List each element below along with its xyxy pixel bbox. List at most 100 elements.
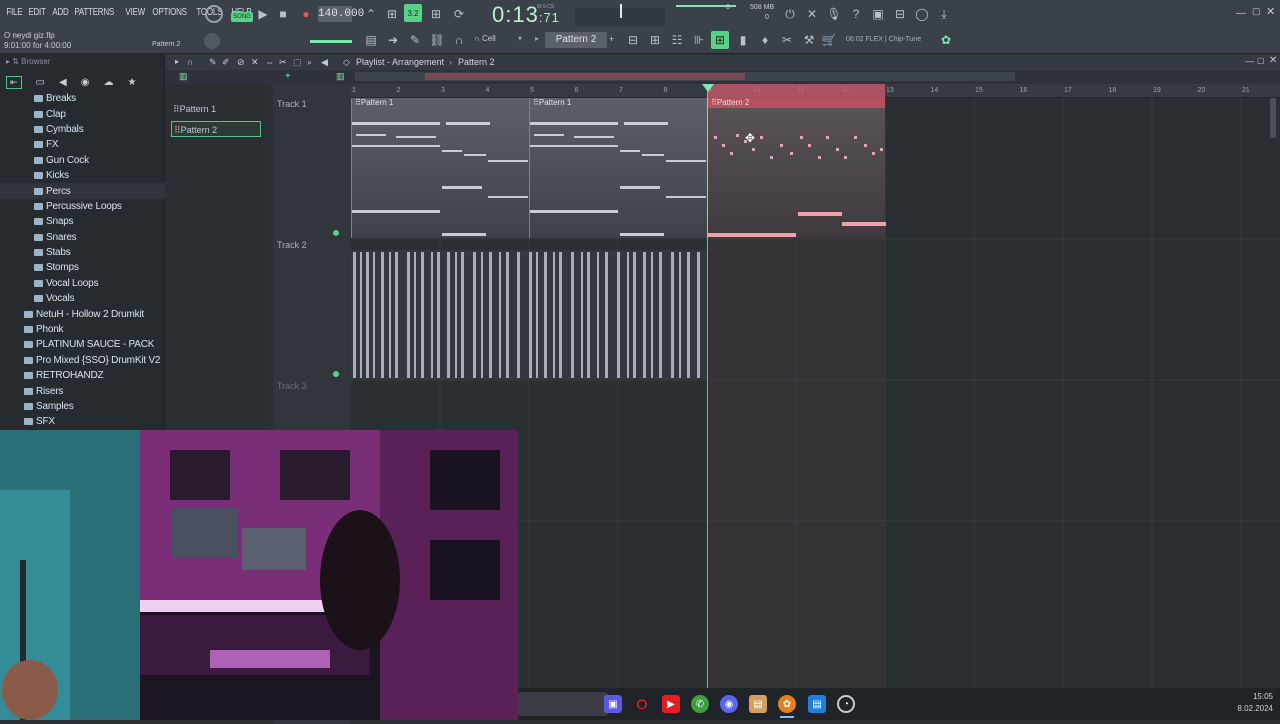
browser-item-snaps[interactable]: Snaps (0, 214, 165, 229)
browser-back-icon[interactable]: ⇤ (6, 75, 22, 89)
track-name-1[interactable]: Track 1 (277, 99, 307, 109)
midi-icon[interactable]: ⊟ (891, 5, 909, 23)
window-minimize-icon[interactable]: — (1236, 8, 1246, 19)
slice-tool-icon[interactable]: ✂ (279, 57, 287, 68)
opera-icon[interactable]: O (633, 695, 651, 713)
plugin-picker-icon[interactable]: ♦ (756, 31, 774, 49)
browser-item-cymbals[interactable]: Cymbals (0, 122, 165, 137)
step-edit-icon[interactable]: ⊞ (427, 5, 445, 23)
news-icon[interactable]: ✿ (937, 31, 955, 49)
slip-tool-icon[interactable]: ⇔ (265, 57, 274, 67)
playlist-maximize-icon[interactable]: ▢ (1257, 56, 1265, 65)
browser-files-icon[interactable]: ▭ (36, 77, 45, 88)
browser-item-platinum-sauce-pack[interactable]: PLATINUM SAUCE - PACK (0, 337, 165, 352)
clip-pattern-2[interactable]: ⠿Pattern 2 (707, 98, 886, 238)
clip-audio-track2[interactable] (351, 250, 707, 380)
magnet-snap-icon[interactable]: ∩ (187, 57, 193, 67)
menu-add[interactable]: ADD (50, 7, 71, 18)
metronome-icon[interactable]: ⌃ (362, 5, 380, 23)
menu-patterns[interactable]: PATTERNS (72, 7, 116, 18)
browser-item-fx[interactable]: FX (0, 137, 165, 152)
delete-tool-icon[interactable]: ⊘ (237, 57, 245, 68)
shop-icon[interactable]: 🛒 (820, 31, 838, 49)
browser-item-snares[interactable]: Snares (0, 230, 165, 245)
play-icon[interactable]: ▶ (254, 5, 272, 23)
pattern-list-item-2[interactable]: ⠿Pattern 2 (171, 121, 261, 137)
master-volume-slider[interactable] (620, 4, 622, 18)
browser-item-gun-cock[interactable]: Gun Cock (0, 153, 165, 168)
menu-edit[interactable]: EDIT (26, 7, 48, 18)
piano-roll-window-icon[interactable]: ⊪ (690, 31, 708, 49)
browser-item-percussive-loops[interactable]: Percussive Loops (0, 199, 165, 214)
discord-icon[interactable]: ◉ (720, 695, 738, 713)
paint-tool-icon[interactable]: ✐ (222, 57, 230, 68)
chat-icon[interactable]: ◯ (913, 5, 931, 23)
menu-file[interactable]: FILE (4, 7, 25, 18)
scroll-thumb[interactable] (425, 73, 745, 80)
cpu-panic-icon[interactable]: ⏻ (781, 5, 799, 23)
snap-dropdown-icon[interactable]: ▾ (518, 34, 522, 43)
playlist-arrange-icon[interactable]: ◇ (343, 57, 350, 68)
browser-item-retrohandz[interactable]: RETROHANDZ (0, 368, 165, 383)
browser-item-vocal-loops[interactable]: Vocal Loops (0, 276, 165, 291)
window-maximize-icon[interactable]: ▢ (1252, 6, 1261, 17)
wait-input-icon[interactable]: ⊞ (383, 5, 401, 23)
song-mode-button[interactable]: SONG (231, 12, 253, 22)
browser-cloud-icon[interactable]: ☁ (103, 77, 113, 88)
zoom-tool-icon[interactable]: ⌕ (307, 57, 312, 68)
track-name-3[interactable]: Track 3 (277, 381, 307, 391)
link-icon[interactable]: ⛓ (428, 31, 446, 49)
window-close-icon[interactable]: ✕ (1266, 5, 1275, 18)
pitch-knob[interactable] (204, 33, 220, 49)
loop-record-icon[interactable]: ⟳ (450, 5, 468, 23)
mute-tool-icon[interactable]: ✕ (251, 57, 259, 68)
plugin-manager-icon[interactable]: ⚒ (800, 31, 818, 49)
help-icon[interactable]: ? (847, 5, 865, 23)
add-pattern-icon[interactable]: + (609, 34, 614, 44)
browser-item-phonk[interactable]: Phonk (0, 322, 165, 337)
browser-item-stomps[interactable]: Stomps (0, 260, 165, 275)
zoom-slider[interactable] (310, 40, 352, 43)
app-icon[interactable]: ◔ (837, 695, 855, 713)
loop-region[interactable] (707, 84, 885, 98)
pattern-selector[interactable]: Pattern 2 (545, 32, 607, 48)
pattern-song-knob[interactable] (205, 5, 223, 23)
draw-icon[interactable]: ✎ (406, 31, 424, 49)
vertical-scrollbar[interactable] (1270, 98, 1276, 138)
browser-window-icon[interactable]: ▮ (734, 31, 752, 49)
clip-pattern-1a[interactable]: ⠿Pattern 1 (351, 98, 529, 238)
taskbar-clock[interactable]: 15:05 8.02.2024 (1233, 692, 1273, 713)
playhead-marker-icon[interactable] (702, 84, 714, 92)
download-icon[interactable]: ⤓ (935, 5, 953, 23)
arrow-right-icon[interactable]: ➜ (384, 31, 402, 49)
playback-tool-icon[interactable]: ◀ (321, 57, 328, 68)
playhead[interactable] (707, 84, 708, 688)
save-icon[interactable]: ▣ (869, 5, 887, 23)
track-1-mute-led[interactable] (333, 230, 339, 236)
playlist-close-icon[interactable]: ✕ (1269, 55, 1277, 66)
record-icon[interactable]: ● (297, 5, 315, 23)
browser-item-vocals[interactable]: Vocals (0, 291, 165, 306)
tempo-display[interactable]: 140.000 (318, 6, 364, 22)
stop-icon[interactable]: ■ (274, 5, 292, 23)
playlist-options-icon[interactable]: ▸ (175, 57, 179, 66)
notepad-icon[interactable]: ▤ (808, 695, 826, 713)
taskbar-search[interactable] (518, 692, 608, 716)
select-tool-icon[interactable]: ⬚ (293, 57, 302, 68)
browser-favorites-icon[interactable]: ★ (127, 77, 136, 88)
menu-options[interactable]: OPTIONS (150, 7, 189, 18)
browser-project-icon[interactable]: ◉ (81, 77, 90, 88)
browser-item-sfx[interactable]: SFX (0, 414, 165, 429)
microphone-icon[interactable]: 🎙 (825, 5, 843, 23)
mixer-icon[interactable]: ☷ (668, 31, 686, 49)
touch-keyboard-icon[interactable]: ✂ (778, 31, 796, 49)
playlist-minimize-icon[interactable]: — (1245, 56, 1254, 66)
browser-item-clap[interactable]: Clap (0, 106, 165, 121)
track-name-2[interactable]: Track 2 (277, 240, 307, 250)
browser-item-samples[interactable]: Samples (0, 399, 165, 414)
youtube-icon[interactable]: ▶ (662, 695, 680, 713)
menu-view[interactable]: VIEW (123, 7, 147, 18)
piano-roll-icon[interactable]: ▤ (362, 31, 380, 49)
clip-pattern-1b[interactable]: ⠿Pattern 1 (529, 98, 707, 238)
browser-item-percs[interactable]: Percs (0, 183, 165, 199)
